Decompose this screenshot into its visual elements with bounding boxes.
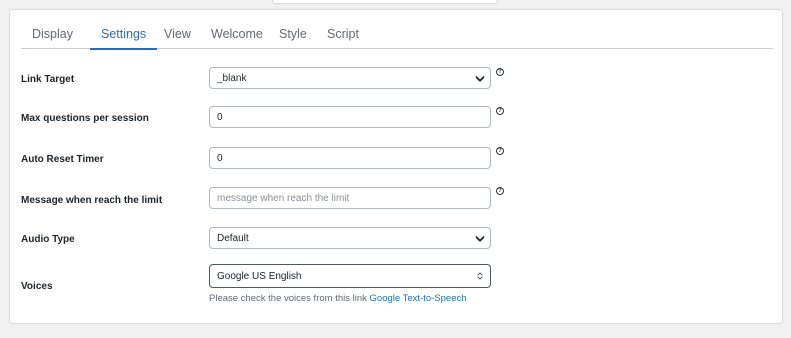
link-target-label: Link Target — [21, 74, 75, 85]
max-questions-input[interactable]: 0 — [209, 106, 491, 128]
link-target-value: _blank — [217, 72, 247, 84]
limit-message-placeholder: message when reach the limit — [217, 192, 350, 204]
max-questions-value: 0 — [217, 111, 223, 123]
chevron-down-icon — [475, 76, 485, 82]
max-questions-label: Max questions per session — [21, 113, 149, 124]
top-panel-edge — [272, 0, 498, 4]
help-icon[interactable]: ? — [496, 187, 504, 195]
help-icon[interactable]: ? — [496, 147, 504, 155]
voices-select[interactable]: Google US English — [209, 264, 491, 288]
limit-message-label: Message when reach the limit — [21, 195, 163, 206]
link-target-select[interactable]: _blank — [209, 67, 491, 89]
voices-hint-text: Please check the voices from this link — [209, 293, 370, 304]
google-tts-link[interactable]: Google Text-to-Speech — [370, 293, 467, 304]
audio-type-select[interactable]: Default — [209, 227, 491, 249]
tab-welcome[interactable]: Welcome — [200, 23, 274, 49]
tab-style[interactable]: Style — [268, 23, 318, 49]
tab-display[interactable]: Display — [21, 23, 84, 49]
audio-type-label: Audio Type — [21, 234, 75, 245]
voices-label: Voices — [21, 281, 53, 292]
help-icon[interactable]: ? — [496, 68, 504, 76]
chevron-down-icon — [475, 236, 485, 242]
tab-settings[interactable]: Settings — [90, 23, 158, 50]
settings-panel: Display Settings View Welcome Style Scri… — [9, 9, 783, 324]
voices-hint: Please check the voices from this link G… — [209, 293, 467, 304]
help-icon[interactable]: ? — [496, 107, 504, 115]
tab-script[interactable]: Script — [316, 23, 370, 49]
audio-type-value: Default — [217, 232, 249, 244]
voices-value: Google US English — [217, 270, 302, 282]
auto-reset-value: 0 — [217, 152, 223, 164]
tab-bar: Display Settings View Welcome Style Scri… — [21, 23, 773, 50]
auto-reset-label: Auto Reset Timer — [21, 154, 104, 165]
tab-view[interactable]: View — [153, 23, 202, 49]
updown-chevron-icon — [477, 272, 483, 280]
limit-message-input[interactable]: message when reach the limit — [209, 187, 491, 209]
auto-reset-input[interactable]: 0 — [209, 147, 491, 169]
